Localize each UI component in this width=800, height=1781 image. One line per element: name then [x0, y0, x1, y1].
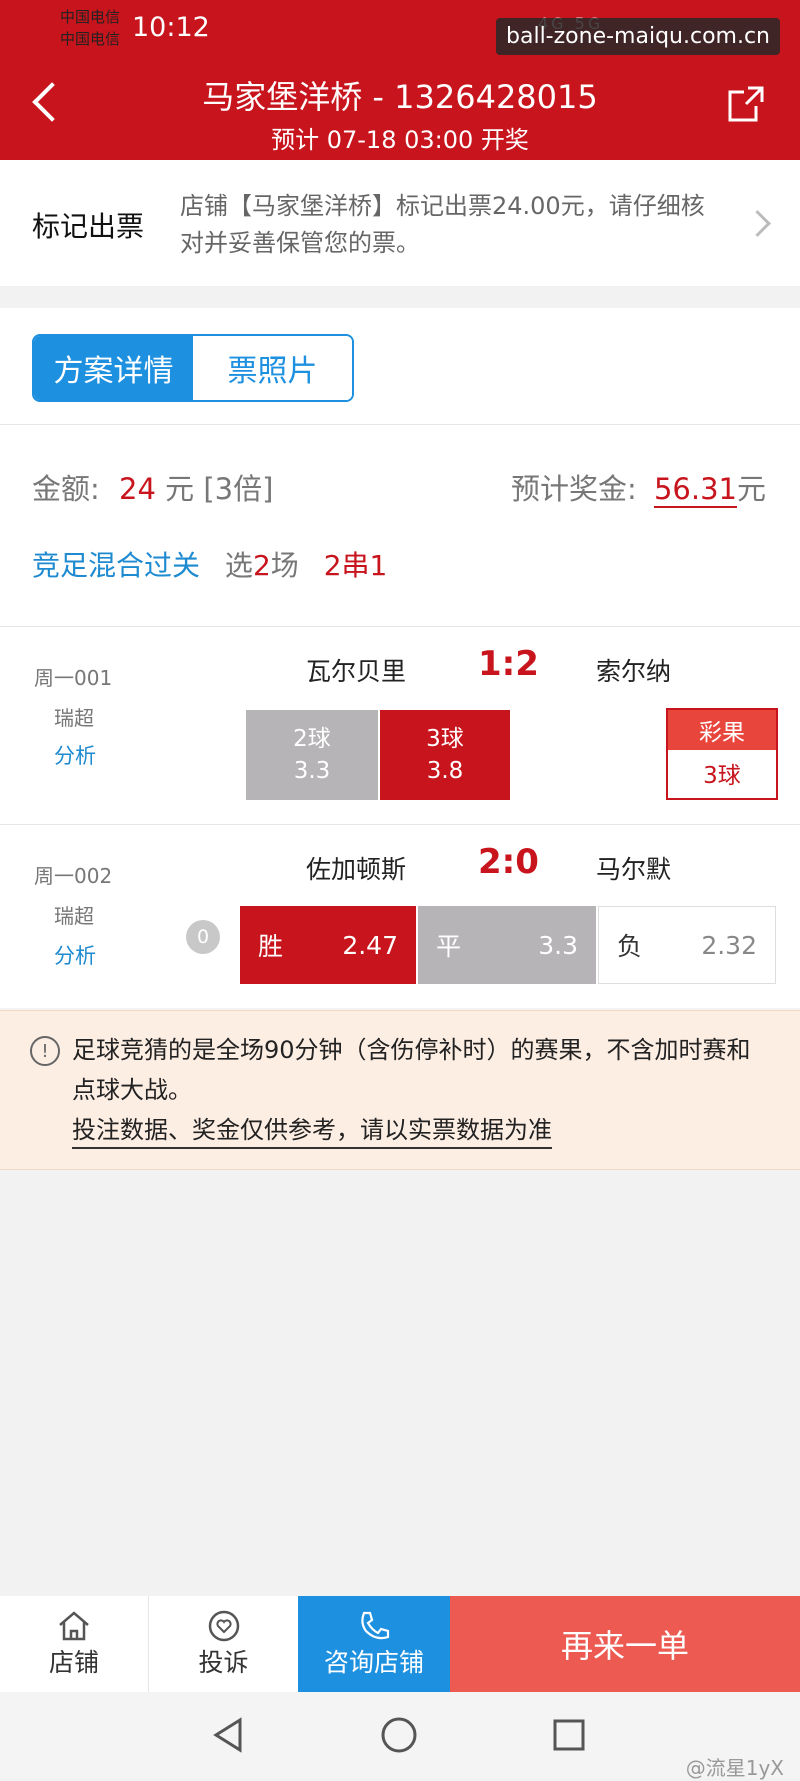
notice-label: 标记出票 — [32, 210, 145, 243]
consult-label: 咨询店铺 — [323, 1648, 424, 1677]
option-draw: 平 3.3 — [418, 906, 596, 984]
play-row: 竞足混合过关 选2场 2串1 — [32, 544, 387, 584]
amount-value: 24 — [119, 472, 156, 506]
prize-row: 预计奖金: 56.31元 — [511, 466, 766, 508]
option-cell: 2球 3.3 — [246, 710, 378, 800]
divider — [0, 824, 800, 825]
tab-bar: 方案详情 票照片 — [32, 334, 354, 402]
divider — [0, 424, 800, 425]
carrier-1: 中国电信 — [60, 8, 121, 26]
carrier-info: 中国电信 中国电信 — [60, 6, 120, 50]
option-cell-selected: 3球 3.8 — [380, 710, 510, 800]
amount-unit: 元 [3倍] — [165, 472, 274, 506]
result-label: 彩果 — [668, 710, 776, 750]
match-league: 瑞超 — [54, 706, 94, 730]
select-suffix: 场 — [270, 549, 299, 582]
info-icon: ! — [30, 1036, 60, 1066]
page-title: 马家堡洋桥 - 1326428015 — [202, 78, 598, 116]
shop-button[interactable]: 店铺 — [0, 1596, 149, 1692]
option-lose: 负 2.32 — [598, 906, 776, 984]
reorder-button[interactable]: 再来一单 — [450, 1596, 800, 1692]
option-odds: 2.32 — [701, 930, 757, 960]
option-label: 胜 — [258, 932, 284, 961]
share-icon[interactable] — [726, 84, 766, 124]
complain-label: 投诉 — [198, 1648, 249, 1677]
option-win-selected: 胜 2.47 — [240, 906, 416, 984]
combo-type: 2串1 — [323, 549, 388, 582]
option-odds: 3.3 — [538, 930, 578, 960]
nav-recents-icon[interactable] — [552, 1718, 586, 1752]
match-week: 周一002 — [34, 864, 113, 888]
home-icon — [59, 1611, 89, 1641]
notice-text: 店铺【马家堡洋桥】标记出票24.00元，请仔细核对并妥善保管您的票。 — [180, 192, 705, 257]
complain-button[interactable]: 投诉 — [149, 1596, 298, 1692]
match-score: 2:0 — [478, 842, 539, 882]
option-odds: 2.47 — [342, 930, 398, 960]
watermark-top: ball-zone-maiqu.com.cn — [496, 18, 780, 55]
option-odds: 3.8 — [426, 758, 464, 784]
status-time: 10:12 — [132, 12, 210, 43]
option-label: 负 — [617, 932, 643, 961]
amount-label: 金额: — [32, 472, 100, 506]
disclaimer-text: 足球竞猜的是全场90分钟（含伤停补时）的赛果，不含加时赛和点球大战。 — [72, 1036, 751, 1104]
option-label: 2球 — [293, 726, 331, 752]
consult-shop-button[interactable]: 咨询店铺 — [298, 1596, 450, 1692]
phone-icon — [361, 1611, 390, 1640]
reorder-label: 再来一单 — [560, 1627, 689, 1665]
carrier-2: 中国电信 — [60, 30, 121, 48]
watermark-bottom: @流星1yX — [685, 1756, 784, 1780]
home-team: 瓦尔贝里 — [306, 657, 407, 686]
home-team: 佐加顿斯 — [306, 855, 407, 884]
heart-circle-icon — [208, 1610, 239, 1642]
away-team: 马尔默 — [596, 855, 672, 884]
shop-label: 店铺 — [48, 1648, 99, 1677]
play-type: 竞足混合过关 — [32, 549, 201, 582]
tab-plan-details[interactable]: 方案详情 — [34, 336, 193, 400]
disclaimer-link[interactable]: 投注数据、奖金仅供参考，请以实票数据为准 — [72, 1110, 552, 1149]
prize-value: 56.31 — [653, 472, 737, 508]
draw-time: 预计 07-18 03:00 开奖 — [271, 126, 529, 154]
match-score: 1:2 — [478, 644, 539, 684]
result-value: 3球 — [703, 763, 741, 789]
tab-ticket-photo[interactable]: 票照片 — [193, 336, 352, 400]
result-box: 彩果 3球 — [666, 708, 778, 800]
prize-label: 预计奖金: — [510, 472, 637, 506]
prize-unit: 元 — [736, 472, 766, 506]
option-label: 3球 — [426, 726, 464, 752]
handicap-badge: 0 — [186, 920, 220, 954]
select-count: 2 — [252, 549, 271, 582]
nav-back-icon[interactable] — [210, 1716, 246, 1754]
match-league: 瑞超 — [54, 904, 94, 928]
option-odds: 3.3 — [293, 758, 331, 784]
match-week: 周一001 — [34, 666, 113, 690]
option-label: 平 — [436, 932, 462, 961]
away-team: 索尔纳 — [596, 657, 672, 686]
nav-home-icon[interactable] — [380, 1716, 418, 1754]
select-prefix: 选 — [224, 549, 253, 582]
analysis-link[interactable]: 分析 — [54, 740, 96, 770]
divider — [0, 626, 800, 627]
analysis-link[interactable]: 分析 — [54, 940, 96, 970]
amount-row: 金额: 24 元 [3倍] — [32, 466, 273, 508]
